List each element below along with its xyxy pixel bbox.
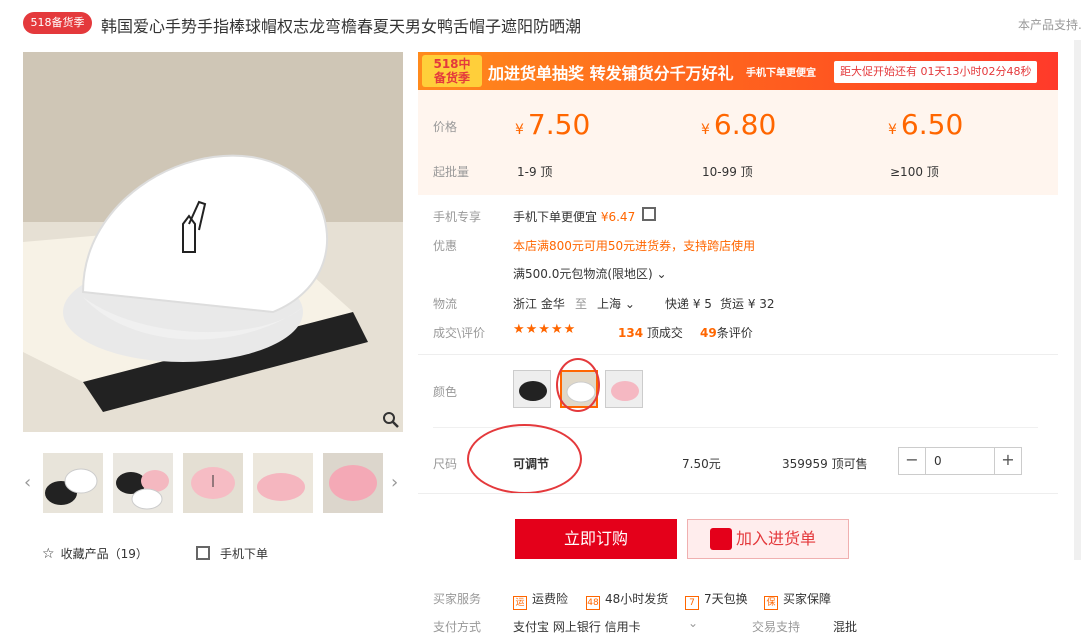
deal-review-label: 成交\评价	[433, 326, 486, 340]
buy-now-button[interactable]: 立即订购	[515, 519, 677, 559]
color-label: 颜色	[433, 385, 458, 399]
mobile-exclusive-value: 手机下单更便宜 ¥6.47	[513, 210, 636, 224]
payment-label: 支付方式	[433, 620, 482, 634]
promo-season-tag: 518中 备货季	[422, 55, 482, 87]
qr-code-icon	[196, 546, 210, 560]
chevron-right-icon[interactable]: ›	[391, 472, 398, 493]
discount-label: 优惠	[433, 239, 458, 253]
thumbnail-1[interactable]	[43, 453, 103, 513]
thumbnail-3[interactable]	[183, 453, 243, 513]
shipping-promo[interactable]: 满500.0元包物流(限地区) ⌄	[513, 265, 667, 282]
promo-sub-text: 手机下单更便宜	[746, 68, 816, 79]
promo-season-badge: 518备货季	[23, 12, 92, 34]
increment-button[interactable]: +	[995, 448, 1021, 474]
favorite-button[interactable]: ☆ 收藏产品（19）	[42, 545, 148, 562]
buyer-guarantee-icon: 保	[764, 596, 778, 610]
quantity-input[interactable]: 0	[925, 448, 995, 474]
annotation-circle	[467, 424, 582, 494]
add-to-cart-label: 加入进货单	[736, 529, 817, 548]
support-text: 本产品支持...	[1018, 18, 1081, 32]
service-item[interactable]: 保买家保障	[764, 590, 831, 610]
add-to-cart-button[interactable]: 加入进货单	[687, 519, 849, 559]
size-label: 尺码	[433, 457, 458, 471]
price-tier-3: ¥6.50	[888, 108, 964, 141]
product-title: 韩国爱心手势手指棒球帽权志龙弯檐春夏天男女鸭舌帽子遮阳防晒潮	[101, 17, 582, 36]
ship-to-select[interactable]: 上海 ⌄	[597, 295, 635, 312]
main-product-image[interactable]	[23, 52, 403, 432]
color-swatch-pink[interactable]	[605, 370, 643, 408]
service-item[interactable]: 7 7天包换	[685, 590, 748, 610]
range-tier-3: ≥100 顶	[890, 165, 939, 179]
promo-banner[interactable]: 518中 备货季 加进货单抽奖 转发铺货分千万好礼 手机下单更便宜 距大促开始还有…	[418, 52, 1058, 90]
quantity-stepper[interactable]: − 0 +	[898, 447, 1022, 475]
promo-main-text: 加进货单抽奖 转发铺货分千万好礼	[488, 64, 734, 83]
decrement-button[interactable]: −	[899, 448, 925, 474]
chevron-down-icon: ⌄	[656, 267, 667, 281]
trade-support-label: 交易支持	[752, 620, 801, 634]
range-tier-1: 1-9 顶	[517, 165, 553, 179]
size-price: 7.50元	[682, 457, 721, 471]
express-fee: 快递 ¥ 5	[665, 297, 712, 311]
cap-illustration	[23, 52, 403, 432]
chevron-down-icon: ⌄	[624, 297, 635, 311]
reviews-count[interactable]: 49条评价	[700, 324, 753, 341]
chevron-left-icon[interactable]: ‹	[24, 472, 31, 493]
favorite-label: 收藏产品（19）	[60, 547, 148, 561]
color-swatch-black[interactable]	[513, 370, 551, 408]
scrollbar[interactable]	[1074, 40, 1081, 560]
mobile-order-button[interactable]: 手机下单	[196, 545, 268, 562]
chevron-down-icon[interactable]: ⌄	[688, 616, 698, 630]
buyer-services-label: 买家服务	[433, 592, 482, 606]
service-item[interactable]: 48 48小时发货	[586, 590, 668, 610]
48h-ship-icon: 48	[586, 596, 600, 610]
divider	[418, 354, 1058, 355]
range-tier-2: 10-99 顶	[702, 165, 753, 179]
freight-fee: 货运 ¥ 32	[720, 297, 775, 311]
annotation-circle	[556, 358, 600, 412]
qr-code-icon[interactable]	[642, 207, 656, 221]
divider	[418, 493, 1058, 494]
magnifier-icon[interactable]	[381, 410, 401, 430]
deals-count[interactable]: 134 顶成交	[618, 324, 683, 341]
batch-label: 起批量	[433, 165, 470, 179]
price-tier-1: ¥7.50	[515, 108, 591, 141]
mobile-exclusive-label: 手机专享	[433, 210, 482, 224]
trade-support-value: 混批	[833, 620, 858, 634]
thumbnail-5[interactable]	[323, 453, 383, 513]
logistics-label: 物流	[433, 297, 458, 311]
thumbnail-4[interactable]	[253, 453, 313, 513]
ship-to-word: 至	[575, 297, 588, 311]
discount-value[interactable]: 本店满800元可用50元进货券，支持跨店使用	[513, 237, 755, 254]
rating-stars: ★★★★★	[513, 322, 577, 337]
mobile-order-label: 手机下单	[220, 547, 269, 561]
service-item[interactable]: 运运费险	[513, 590, 568, 610]
price-label: 价格	[433, 120, 458, 134]
cart-icon	[710, 528, 732, 550]
payment-methods: 支付宝 网上银行 信用卡	[513, 620, 641, 634]
stock-available: 359959 顶可售	[782, 457, 868, 471]
7day-return-icon: 7	[685, 596, 699, 610]
thumbnail-2[interactable]	[113, 453, 173, 513]
freight-insurance-icon: 运	[513, 596, 527, 610]
countdown-timer: 距大促开始还有 01天13小时02分48秒	[834, 61, 1038, 83]
price-tier-2: ¥6.80	[701, 108, 777, 141]
ship-from: 浙江 金华	[513, 297, 565, 311]
star-outline-icon: ☆	[42, 546, 55, 562]
